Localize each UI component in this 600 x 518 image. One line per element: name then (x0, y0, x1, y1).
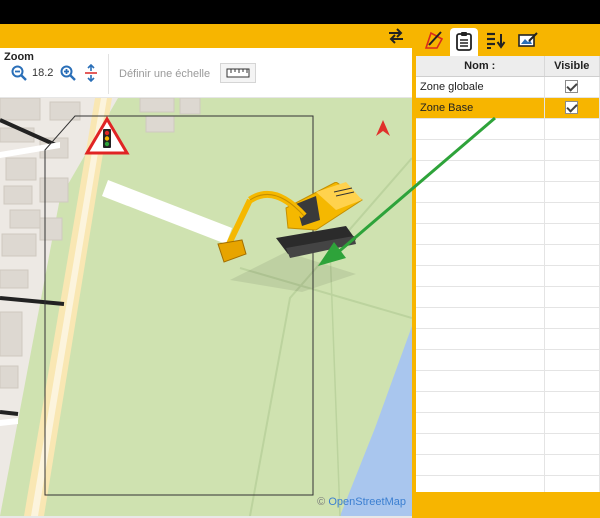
ruler-icon[interactable] (220, 63, 256, 83)
layer-name: Zone Base (416, 97, 545, 119)
empty-row (416, 328, 600, 350)
table-row[interactable]: Zone globale (416, 76, 600, 98)
attribution-text: OpenStreetMap (328, 496, 406, 508)
clipboard-list-icon (455, 31, 473, 54)
layers-table-container: Nom : Visible Zone globale Zone Base (416, 56, 600, 492)
empty-row (416, 202, 600, 224)
zoom-in-icon[interactable] (59, 64, 77, 82)
layers-panel-footer (412, 492, 600, 518)
empty-row (416, 265, 600, 287)
empty-row (416, 160, 600, 182)
visible-cell (544, 97, 600, 119)
tab-layers-list[interactable] (450, 28, 478, 56)
zoom-title: Zoom (4, 51, 34, 63)
swap-arrows-icon[interactable] (386, 26, 406, 46)
table-header-row: Nom : Visible (416, 56, 600, 77)
zoom-out-icon[interactable] (10, 64, 28, 82)
window-top-bar (0, 0, 600, 24)
layers-table: Nom : Visible Zone globale Zone Base (416, 56, 600, 492)
empty-row (416, 223, 600, 245)
toolbar-separator (108, 54, 109, 94)
tab-sort[interactable] (482, 28, 510, 54)
osm-attribution-link[interactable]: © OpenStreetMap (317, 496, 406, 508)
visible-checkbox[interactable] (565, 101, 579, 114)
excavator-icon (216, 181, 366, 292)
empty-row (416, 118, 600, 140)
layer-name: Zone globale (416, 76, 545, 98)
empty-row (416, 391, 600, 413)
traffic-light-sign-icon (84, 116, 130, 156)
empty-row (416, 454, 600, 476)
edit-image-icon (517, 30, 539, 53)
empty-row (416, 433, 600, 455)
zoom-level-value: 18.2 (32, 67, 54, 79)
tab-draw-zone[interactable] (420, 28, 448, 54)
empty-row (416, 181, 600, 203)
table-row[interactable]: Zone Base (416, 97, 600, 119)
empty-row (416, 349, 600, 371)
north-arrow-icon (376, 120, 390, 136)
draw-zone-icon (423, 29, 445, 54)
empty-row (416, 286, 600, 308)
empty-row (416, 475, 600, 492)
column-header-name[interactable]: Nom : (416, 56, 545, 77)
empty-row (416, 139, 600, 161)
copyright-symbol: © (317, 496, 326, 508)
empty-row (416, 244, 600, 266)
empty-row (416, 412, 600, 434)
column-header-visible[interactable]: Visible (544, 56, 600, 77)
basemap (0, 98, 412, 516)
fit-vertical-icon[interactable] (82, 63, 100, 83)
map-panel-header (0, 24, 412, 48)
sort-list-icon (485, 30, 507, 53)
define-scale-label: Définir une échelle (119, 68, 211, 80)
map-view[interactable]: © OpenStreetMap (0, 98, 412, 516)
empty-row (416, 370, 600, 392)
tab-edit-image[interactable] (514, 28, 542, 54)
visible-checkbox[interactable] (565, 80, 579, 93)
layers-tabs (412, 24, 600, 56)
visible-cell (544, 76, 600, 98)
layers-panel: Nom : Visible Zone globale Zone Base (412, 24, 600, 518)
map-toolbar: Zoom 18.2 Définir une échelle (0, 48, 412, 98)
map-panel: Zoom 18.2 Définir une échelle © OpenStre… (0, 24, 412, 518)
empty-row (416, 307, 600, 329)
